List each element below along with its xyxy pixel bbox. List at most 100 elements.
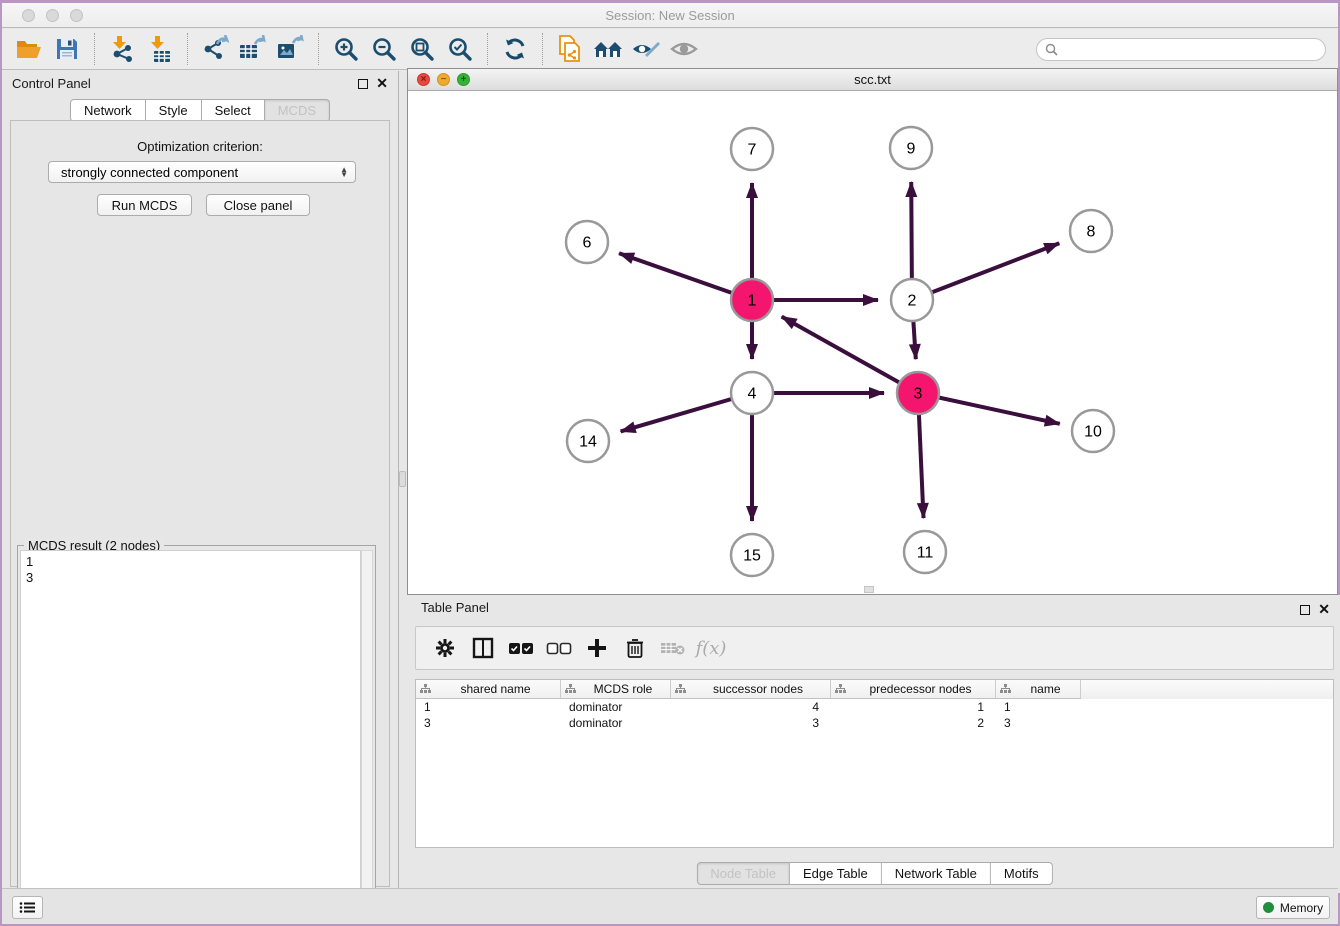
node-label-2: 2 bbox=[908, 293, 917, 310]
criterion-dropdown[interactable]: strongly connected component ▲▼ bbox=[48, 161, 356, 183]
network-window-titlebar[interactable]: × − + scc.txt bbox=[408, 69, 1337, 91]
task-history-button[interactable] bbox=[12, 896, 43, 919]
import-network-icon[interactable] bbox=[106, 33, 138, 65]
network-canvas[interactable]: 7968124314101511 bbox=[408, 91, 1337, 594]
import-table-icon[interactable] bbox=[144, 33, 176, 65]
toolbar-separator bbox=[94, 33, 95, 65]
show-all-icon[interactable] bbox=[668, 33, 700, 65]
table-tabs: Node TableEdge TableNetwork TableMotifs bbox=[696, 862, 1052, 885]
node-label-10: 10 bbox=[1084, 424, 1102, 441]
trash-icon[interactable] bbox=[620, 633, 650, 663]
column-header-name[interactable]: name bbox=[996, 680, 1081, 699]
table-cell[interactable]: 1 bbox=[416, 699, 561, 715]
tab-select[interactable]: Select bbox=[202, 99, 265, 122]
network-graph[interactable]: 7968124314101511 bbox=[408, 91, 1337, 594]
edge-3-1[interactable] bbox=[782, 317, 918, 393]
zoom-in-icon[interactable] bbox=[330, 33, 362, 65]
table-cell[interactable]: 1 bbox=[831, 699, 996, 715]
tab-network[interactable]: Network bbox=[70, 99, 146, 122]
window-close-button[interactable] bbox=[22, 9, 35, 22]
network-maximize-button[interactable]: + bbox=[457, 73, 470, 86]
mcds-result-scrollbar[interactable] bbox=[361, 550, 373, 917]
panel-divider-grip[interactable] bbox=[399, 471, 406, 487]
search-icon bbox=[1045, 43, 1058, 56]
clone-network-icon[interactable] bbox=[554, 33, 586, 65]
run-mcds-label: Run MCDS bbox=[112, 198, 178, 213]
node-label-11: 11 bbox=[917, 545, 934, 562]
deselect-all-checkboxes-icon[interactable] bbox=[544, 633, 574, 663]
column-header-predecessor-nodes[interactable]: predecessor nodes bbox=[831, 680, 996, 699]
column-header-shared-name[interactable]: shared name bbox=[416, 680, 561, 699]
node-label-3: 3 bbox=[914, 386, 923, 403]
column-label: name bbox=[1011, 682, 1080, 696]
network-window-title: scc.txt bbox=[408, 69, 1337, 90]
table-cell[interactable]: 2 bbox=[831, 715, 996, 731]
first-neighbors-icon[interactable] bbox=[592, 33, 624, 65]
toolbar-separator bbox=[542, 33, 543, 65]
table-cell[interactable]: 1 bbox=[996, 699, 1081, 715]
tab-node-table[interactable]: Node Table bbox=[696, 862, 790, 885]
optimization-criterion-label: Optimization criterion: bbox=[11, 139, 389, 154]
split-columns-icon[interactable] bbox=[468, 633, 498, 663]
network-view-window: × − + scc.txt 7968124314101511 bbox=[407, 68, 1338, 595]
edge-2-8[interactable] bbox=[912, 243, 1059, 300]
zoom-fit-icon[interactable] bbox=[406, 33, 438, 65]
export-image-icon[interactable] bbox=[275, 33, 307, 65]
control-panel-close-icon[interactable]: ✕ bbox=[376, 75, 388, 91]
table-row[interactable]: 1dominator411 bbox=[416, 699, 1333, 715]
tab-edge-table[interactable]: Edge Table bbox=[790, 862, 882, 885]
search-field[interactable] bbox=[1036, 38, 1326, 61]
open-session-icon[interactable] bbox=[13, 33, 45, 65]
table-cell[interactable]: 3 bbox=[416, 715, 561, 731]
table-toolbar: f(x) bbox=[415, 626, 1334, 670]
list-icon bbox=[19, 901, 36, 914]
table-panel-close-icon[interactable]: ✕ bbox=[1318, 601, 1330, 617]
tab-network-table[interactable]: Network Table bbox=[882, 862, 991, 885]
mcds-result-text[interactable]: 1 3 bbox=[20, 550, 361, 917]
control-panel-float-icon[interactable] bbox=[358, 79, 368, 89]
network-minimize-button[interactable]: − bbox=[437, 73, 450, 86]
tab-motifs[interactable]: Motifs bbox=[991, 862, 1053, 885]
table-panel-float-icon[interactable] bbox=[1300, 605, 1310, 615]
close-panel-button[interactable]: Close panel bbox=[206, 194, 310, 216]
attribute-type-icon bbox=[420, 684, 431, 694]
export-table-icon[interactable] bbox=[237, 33, 269, 65]
zoom-out-icon[interactable] bbox=[368, 33, 400, 65]
column-label: MCDS role bbox=[576, 682, 670, 696]
window-minimize-button[interactable] bbox=[46, 9, 59, 22]
table-cell[interactable]: 3 bbox=[996, 715, 1081, 731]
table-row[interactable]: 3dominator323 bbox=[416, 715, 1333, 731]
node-label-7: 7 bbox=[748, 142, 757, 159]
canvas-scrollbar-handle[interactable] bbox=[864, 586, 874, 593]
hide-selected-icon[interactable] bbox=[630, 33, 662, 65]
control-panel-tabs: NetworkStyleSelectMCDS bbox=[70, 99, 330, 122]
memory-status-icon bbox=[1263, 902, 1274, 913]
window-title: Session: New Session bbox=[2, 3, 1338, 28]
column-header-successor-nodes[interactable]: successor nodes bbox=[671, 680, 831, 699]
table-cell[interactable]: dominator bbox=[561, 715, 671, 731]
save-session-icon[interactable] bbox=[51, 33, 83, 65]
table-cell[interactable]: 4 bbox=[671, 699, 831, 715]
node-label-14: 14 bbox=[579, 434, 597, 451]
zoom-selected-icon[interactable] bbox=[444, 33, 476, 65]
table-cell[interactable]: dominator bbox=[561, 699, 671, 715]
select-all-checkboxes-icon[interactable] bbox=[506, 633, 536, 663]
memory-button[interactable]: Memory bbox=[1256, 896, 1330, 919]
network-close-button[interactable]: × bbox=[417, 73, 430, 86]
tab-mcds[interactable]: MCDS bbox=[265, 99, 330, 122]
control-panel-header: Control Panel ✕ bbox=[2, 71, 398, 95]
table-header-row: shared name MCDS rolesuccessor nodesprede… bbox=[416, 680, 1333, 699]
add-row-icon[interactable] bbox=[582, 633, 612, 663]
function-builder-icon[interactable]: f(x) bbox=[696, 633, 726, 663]
gear-icon[interactable] bbox=[430, 633, 460, 663]
node-table: shared name MCDS rolesuccessor nodesprede… bbox=[415, 679, 1334, 848]
search-input[interactable] bbox=[1063, 42, 1317, 56]
window-zoom-button[interactable] bbox=[70, 9, 83, 22]
export-network-icon[interactable] bbox=[199, 33, 231, 65]
refresh-layout-icon[interactable] bbox=[499, 33, 531, 65]
column-header-MCDS-role[interactable]: MCDS role bbox=[561, 680, 671, 699]
delete-table-icon[interactable] bbox=[658, 633, 688, 663]
tab-style[interactable]: Style bbox=[146, 99, 202, 122]
table-cell[interactable]: 3 bbox=[671, 715, 831, 731]
run-mcds-button[interactable]: Run MCDS bbox=[97, 194, 192, 216]
